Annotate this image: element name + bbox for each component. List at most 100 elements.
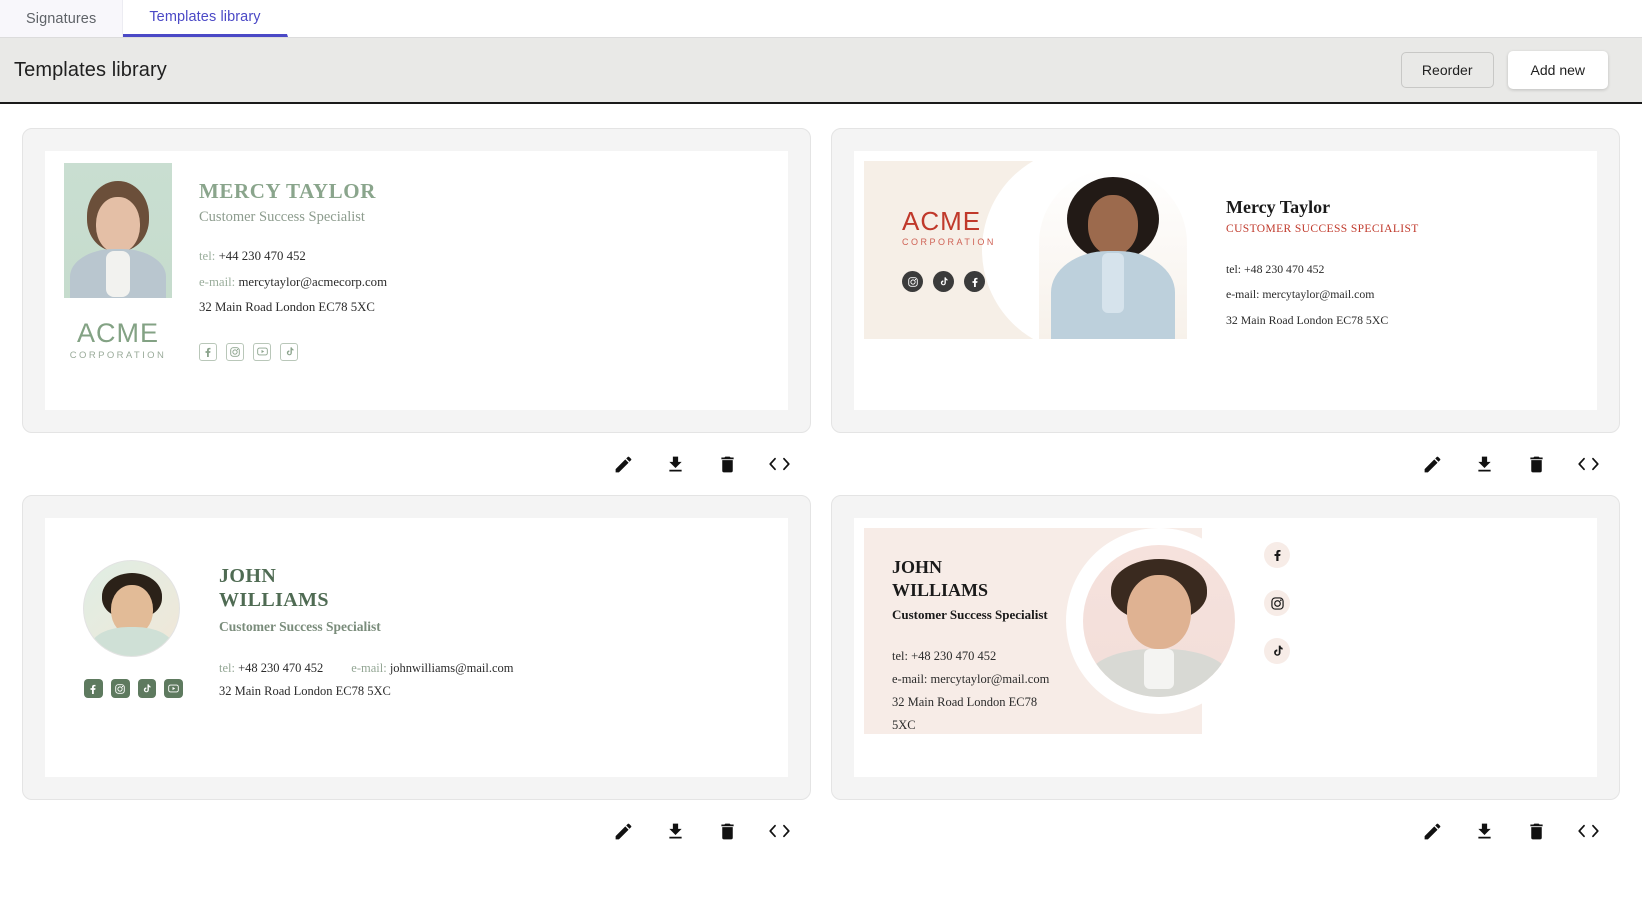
signature-job-title: Customer Success Specialist	[219, 618, 381, 634]
signature-name-line2: WILLIAMS	[219, 589, 329, 612]
templates-grid: ACME CORPORATION MERCY TAYLOR Customer S…	[0, 104, 1642, 862]
avatar	[64, 163, 172, 298]
tab-templates-library-label: Templates library	[149, 9, 261, 25]
download-icon[interactable]	[661, 450, 689, 478]
avatar-ring	[1066, 528, 1252, 714]
youtube-icon[interactable]	[164, 679, 183, 698]
tiktok-icon[interactable]	[933, 271, 954, 292]
contact-address-row: 32 Main Road London EC78 5XC	[892, 695, 1038, 733]
contact-email-row: e-mail: mercytaylor@acmecorp.com	[199, 270, 387, 296]
logo-acme-text: ACME	[76, 318, 159, 348]
signature-contact: tel: +48 230 470 452 e-mail: johnwilliam…	[219, 657, 513, 703]
tab-signatures[interactable]: Signatures	[0, 0, 124, 37]
social-links	[1264, 542, 1290, 664]
email-value: johnwilliams@mail.com	[389, 660, 514, 675]
instagram-icon[interactable]	[1264, 590, 1290, 616]
code-icon[interactable]	[1574, 817, 1602, 845]
contact-email-row: e-mail: mercytaylor@mail.com	[1226, 287, 1375, 302]
template-preview-3: JOHN WILLIAMS Customer Success Specialis…	[45, 518, 788, 777]
avatar	[1083, 545, 1235, 697]
logo-corporation-text: CORPORATION	[69, 350, 167, 361]
delete-icon[interactable]	[1522, 817, 1550, 845]
header-actions: Reorder Add new	[1400, 51, 1608, 89]
contact-tel-row: tel: +44 230 470 452	[199, 244, 387, 270]
template-cell-3: JOHN WILLIAMS Customer Success Specialis…	[22, 495, 811, 862]
signature-name-line1: JOHN	[219, 565, 277, 587]
card-toolbar-4	[831, 800, 1620, 862]
signature-name: Mercy Taylor	[1226, 197, 1331, 217]
facebook-icon[interactable]	[964, 271, 985, 292]
template-preview-2: ACME CORPORATION Mercy Taylor CUSTOMER S…	[854, 151, 1597, 410]
youtube-icon[interactable]	[253, 342, 271, 361]
contact-tel-row: tel: +48 230 470 452	[1226, 262, 1325, 276]
page-header: Templates library Reorder Add new	[0, 38, 1642, 104]
contact-tel-row: tel: +48 230 470 452	[219, 657, 323, 680]
download-icon[interactable]	[1470, 817, 1498, 845]
template-preview-4: JOHN WILLIAMS Customer Success Specialis…	[854, 518, 1597, 777]
instagram-icon[interactable]	[110, 679, 130, 698]
reorder-button[interactable]: Reorder	[1400, 52, 1494, 88]
code-icon[interactable]	[1574, 450, 1602, 478]
signature-job-title: CUSTOMER SUCCESS SPECIALIST	[1226, 223, 1419, 235]
tiktok-icon[interactable]	[280, 342, 298, 361]
template-preview-1: ACME CORPORATION MERCY TAYLOR Customer S…	[45, 151, 788, 410]
contact-address-row: 32 Main Road London EC78 5XC	[1226, 312, 1389, 327]
template-card-3[interactable]: JOHN WILLIAMS Customer Success Specialis…	[22, 495, 811, 800]
tel-label: tel:	[199, 249, 216, 263]
signature-contact: tel: +48 230 470 452 e-mail: mercytaylor…	[892, 645, 1052, 738]
contact-address-row: 32 Main Road London EC78 5XC	[199, 300, 375, 315]
contact-address-row: 32 Main Road London EC78 5XC	[219, 683, 391, 698]
tel-value: +44 230 470 452	[218, 249, 306, 263]
signature-contact: tel: +44 230 470 452 e-mail: mercytaylor…	[199, 244, 387, 321]
email-label: e-mail:	[351, 660, 387, 675]
social-links	[199, 342, 387, 361]
tel-label: tel:	[219, 660, 235, 675]
instagram-icon[interactable]	[226, 342, 244, 361]
card-toolbar-1	[22, 433, 811, 495]
avatar	[1039, 169, 1187, 339]
template-card-4[interactable]: JOHN WILLIAMS Customer Success Specialis…	[831, 495, 1620, 800]
contact-tel-row: tel: +48 230 470 452	[892, 649, 997, 663]
template-card-2[interactable]: ACME CORPORATION Mercy Taylor CUSTOMER S…	[831, 128, 1620, 433]
card-toolbar-3	[22, 800, 811, 862]
page-title: Templates library	[14, 58, 167, 81]
email-value: mercytaylor@acmecorp.com	[238, 274, 388, 289]
signature-name: MERCY TAYLOR	[199, 179, 376, 203]
signature-job-title: Customer Success Specialist	[199, 209, 365, 225]
signature-contact: tel: +48 230 470 452 e-mail: mercytaylor…	[1226, 257, 1419, 333]
facebook-icon[interactable]	[199, 342, 217, 361]
contact-email-row: e-mail: johnwilliams@mail.com	[351, 657, 513, 680]
facebook-icon[interactable]	[1264, 542, 1290, 568]
tab-signatures-label: Signatures	[26, 10, 97, 27]
instagram-icon[interactable]	[902, 271, 923, 292]
tab-templates-library[interactable]: Templates library	[123, 0, 288, 37]
card-toolbar-2	[831, 433, 1620, 495]
tiktok-icon[interactable]	[137, 679, 157, 698]
code-icon[interactable]	[765, 817, 793, 845]
template-card-1[interactable]: ACME CORPORATION MERCY TAYLOR Customer S…	[22, 128, 811, 433]
facebook-icon[interactable]	[84, 679, 103, 698]
contact-top-row: tel: +48 230 470 452 e-mail: johnwilliam…	[219, 657, 513, 680]
code-icon[interactable]	[765, 450, 793, 478]
delete-icon[interactable]	[713, 450, 741, 478]
download-icon[interactable]	[1470, 450, 1498, 478]
contact-email-row: e-mail: mercytaylor@mail.com	[892, 672, 1050, 687]
delete-icon[interactable]	[1522, 450, 1550, 478]
email-label: e-mail:	[199, 274, 236, 289]
download-icon[interactable]	[661, 817, 689, 845]
template-cell-4: JOHN WILLIAMS Customer Success Specialis…	[831, 495, 1620, 862]
social-links	[84, 679, 183, 698]
edit-icon[interactable]	[1418, 450, 1446, 478]
delete-icon[interactable]	[713, 817, 741, 845]
edit-icon[interactable]	[1418, 817, 1446, 845]
signature-name: JOHN WILLIAMS	[219, 564, 513, 613]
edit-icon[interactable]	[609, 450, 637, 478]
add-new-button[interactable]: Add new	[1507, 51, 1608, 89]
tab-bar: Signatures Templates library	[0, 0, 1642, 38]
template-cell-2: ACME CORPORATION Mercy Taylor CUSTOMER S…	[831, 128, 1620, 495]
avatar	[83, 560, 180, 657]
tiktok-icon[interactable]	[1264, 638, 1290, 664]
edit-icon[interactable]	[609, 817, 637, 845]
company-logo: ACME CORPORATION	[69, 318, 167, 362]
template-cell-1: ACME CORPORATION MERCY TAYLOR Customer S…	[22, 128, 811, 495]
